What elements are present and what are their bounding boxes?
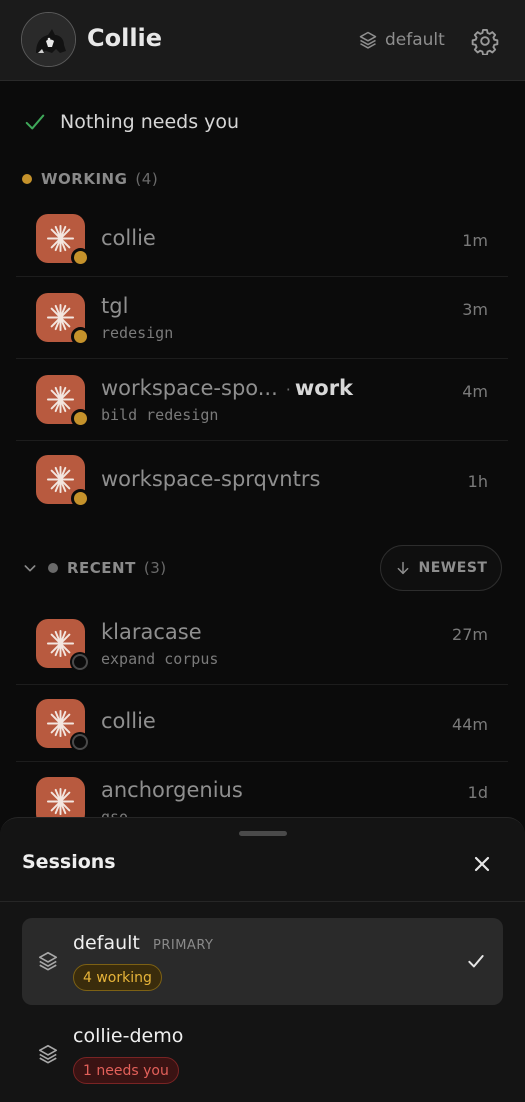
session-title: klaracase	[101, 620, 202, 644]
session-name: default	[73, 932, 140, 954]
session-title: collie	[101, 709, 156, 733]
dog-avatar-icon[interactable]	[21, 12, 76, 67]
idle-status-badge	[72, 654, 88, 670]
session-subtitle: bild redesign	[101, 406, 219, 424]
working-row-tgl[interactable]: tgl redesign 3m	[16, 277, 508, 359]
session-subtitle: expand corpus	[101, 650, 219, 668]
recent-count: (3)	[143, 559, 167, 577]
session-title: workspace-sprqvntrs	[101, 467, 321, 491]
session-time: 3m	[462, 300, 488, 319]
sort-label: NEWEST	[418, 560, 488, 576]
working-label: WORKING	[41, 170, 128, 188]
session-time: 4m	[462, 382, 488, 401]
session-title-group: workspace-spo... · work	[101, 376, 353, 400]
working-count: (4)	[135, 170, 159, 188]
status-text: Nothing needs you	[60, 111, 240, 133]
recent-section-header[interactable]: RECENT (3)	[22, 559, 167, 577]
session-title: anchorgenius	[101, 778, 243, 802]
needs-you-badge: 1 needs you	[73, 1057, 179, 1084]
session-time: 1m	[462, 231, 488, 250]
working-row-collie[interactable]: collie 1m	[16, 200, 508, 277]
title-separator: ·	[285, 380, 291, 399]
sessions-sheet: Sessions default PRIMARY 4 working colli…	[0, 817, 525, 1102]
arrow-down-icon	[397, 561, 408, 575]
session-title: collie	[101, 226, 156, 250]
attention-status: Nothing needs you	[24, 108, 239, 136]
recent-row-anchorgenius[interactable]: anchorgenius gso 1d	[16, 762, 508, 826]
working-row-workspace-sprqvntrs[interactable]: workspace-sprqvntrs 1h	[16, 441, 508, 519]
session-subtitle: redesign	[101, 324, 174, 342]
session-time: 1d	[467, 783, 488, 802]
layers-icon	[359, 31, 377, 49]
sheet-divider	[0, 901, 525, 902]
working-status-badge	[71, 327, 90, 346]
working-status-badge	[71, 409, 90, 428]
layers-icon	[38, 951, 58, 971]
working-status-badge	[71, 489, 90, 508]
recent-label: RECENT	[67, 559, 136, 577]
recent-row-klaracase[interactable]: klaracase expand corpus 27m	[16, 604, 508, 685]
session-name: collie-demo	[73, 1025, 184, 1047]
working-status-badge	[71, 248, 90, 267]
working-section-header: WORKING (4)	[22, 170, 158, 188]
close-icon[interactable]	[470, 852, 494, 876]
session-time: 44m	[452, 715, 488, 734]
idle-status-badge	[72, 734, 88, 750]
environment-switcher[interactable]: default	[358, 28, 445, 52]
session-option-collie-demo[interactable]: collie-demo 1 needs you	[22, 1011, 503, 1098]
sort-newest-button[interactable]: NEWEST	[380, 545, 502, 591]
session-title: workspace-spo...	[101, 376, 278, 400]
session-time: 1h	[467, 472, 488, 491]
session-tag: work	[294, 376, 354, 400]
sheet-title: Sessions	[22, 851, 116, 873]
chevron-down-icon[interactable]	[22, 560, 38, 576]
check-icon	[468, 955, 484, 968]
working-count-badge: 4 working	[73, 964, 162, 991]
primary-badge: PRIMARY	[153, 938, 214, 953]
environment-label: default	[385, 30, 445, 50]
session-title: tgl	[101, 294, 129, 318]
session-option-default[interactable]: default PRIMARY 4 working	[22, 918, 503, 1005]
sheet-grabber[interactable]	[239, 831, 287, 836]
layers-icon	[38, 1044, 58, 1064]
working-status-dot	[22, 174, 32, 184]
session-time: 27m	[452, 625, 488, 644]
app-title: Collie	[87, 24, 163, 52]
app-header: Collie default	[0, 0, 525, 81]
check-icon	[25, 114, 45, 130]
working-row-workspace-spo[interactable]: workspace-spo... · work bild redesign 4m	[16, 359, 508, 441]
gear-icon[interactable]	[471, 27, 499, 56]
recent-status-dot	[48, 563, 58, 573]
recent-row-collie[interactable]: collie 44m	[16, 685, 508, 762]
